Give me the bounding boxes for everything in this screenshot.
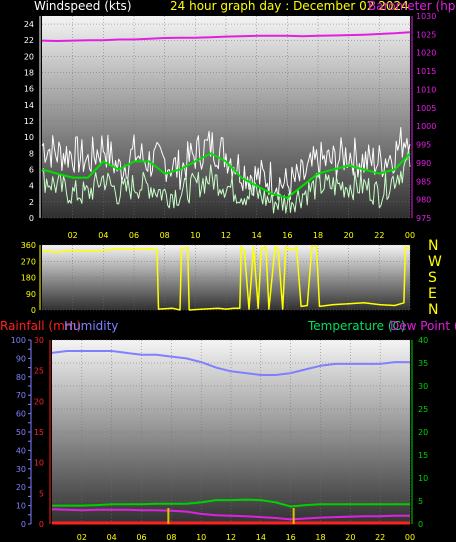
humidity-tick-label: 100 [11,336,26,345]
temperature-tick-label: 20 [418,428,428,437]
temperature-tick-label: 5 [418,497,423,506]
temperature-tick-label: 0 [418,520,423,529]
barometer-title: Barometer (hpa) [368,0,456,13]
x-tick-label: 10 [190,231,200,240]
temperature-tick-label: 15 [418,451,428,460]
wind-tick-label: 14 [24,101,34,110]
compass-e: E [428,286,437,302]
compass-n-top: N [428,238,438,254]
x-tick-label: 02 [68,231,78,240]
x-tick-label: 04 [98,231,108,240]
x-tick-label: 22 [374,231,384,240]
humidity-tick-label: 40 [16,446,26,455]
wind-tick-label: 4 [29,182,34,191]
humidity-title: Humidity [64,319,118,333]
wind-tick-label: 20 [24,52,34,61]
humidity-tick-label: 0 [21,520,26,529]
wind-tick-label: 8 [29,149,34,158]
x-tick-label: 08 [166,533,176,542]
humidity-tick-label: 70 [16,391,26,400]
barometer-tick-label: 1025 [416,30,436,39]
rain-tick-label: 20 [34,397,44,406]
compass-s: S [428,270,437,286]
dewpoint-title: Dew Point (C) [390,319,456,333]
temperature-tick-label: 40 [418,336,428,345]
x-tick-label: 20 [344,231,354,240]
weather-graph: 02 04 06 08 10 12 14 16 18 20 22 0002 04 06 08 10 12 14 16… [0,0,456,542]
wind-tick-label: 0 [29,214,34,223]
x-tick-label: 12 [221,231,231,240]
barometer-tick-label: 980 [416,196,431,205]
wind-tick-label: 22 [24,36,34,45]
compass-w: W [428,254,442,270]
humidity-tick-label: 80 [16,373,26,382]
x-tick-label: 14 [252,231,262,240]
barometer-tick-label: 1005 [416,104,436,113]
x-tick-label: 20 [345,533,355,542]
rain-tick-label: 30 [34,336,44,345]
humidity-tick-label: 50 [16,428,26,437]
x-tick-label: 00 [405,533,415,542]
x-tick-label: 12 [226,533,236,542]
wind-tick-label: 18 [24,69,34,78]
wind-tick-label: 12 [24,117,34,126]
direction-tick-label: 90 [26,290,36,299]
barometer-tick-label: 1030 [416,12,436,21]
x-tick-label: 14 [256,533,266,542]
wind-tick-label: 2 [29,198,34,207]
direction-tick-label: 270 [21,257,36,266]
barometer-tick-label: 990 [416,159,431,168]
wind-tick-label: 10 [24,133,34,142]
wind-tick-label: 16 [24,85,34,94]
wind-tick-label: 24 [24,20,34,29]
rain-tick-label: 10 [34,459,44,468]
x-tick-label: 18 [315,533,325,542]
x-tick-label: 22 [375,533,385,542]
x-tick-label: 08 [160,231,170,240]
humidity-tick-label: 10 [16,502,26,511]
humidity-tick-label: 30 [16,465,26,474]
x-tick-label: 06 [136,533,146,542]
x-tick-label: 06 [129,231,139,240]
x-tick-label: 10 [196,533,206,542]
humidity-tick-label: 20 [16,483,26,492]
temperature-tick-label: 35 [418,359,428,368]
barometer-tick-label: 995 [416,141,431,150]
rain-tick-label: 15 [34,428,44,437]
barometer-tick-label: 1000 [416,122,436,131]
x-tick-label: 18 [313,231,323,240]
humidity-tick-label: 60 [16,410,26,419]
rain-tick-label: 0 [39,520,44,529]
barometer-tick-label: 1015 [416,67,436,76]
barometer-tick-label: 975 [416,214,431,223]
rain-tick-label: 5 [39,489,44,498]
x-tick-label: 02 [77,533,87,542]
temperature-tick-label: 10 [418,474,428,483]
barometer-tick-label: 1010 [416,85,436,94]
x-tick-label: 04 [107,533,117,542]
x-tick-label: 00 [405,231,415,240]
x-tick-label: 16 [282,231,292,240]
temperature-tick-label: 25 [418,405,428,414]
rain-tick-label: 25 [34,367,44,376]
wind-tick-label: 6 [29,166,34,175]
direction-tick-label: 0 [31,306,36,315]
temperature-tick-label: 30 [418,382,428,391]
barometer-tick-label: 985 [416,177,431,186]
windspeed-title: Windspeed (kts) [34,0,132,13]
barometer-tick-label: 1020 [416,49,436,58]
compass-n-bottom: N [428,302,438,318]
humidity-tick-label: 90 [16,354,26,363]
x-tick-label: 16 [286,533,296,542]
direction-tick-label: 360 [21,241,36,250]
direction-tick-label: 180 [21,274,36,283]
